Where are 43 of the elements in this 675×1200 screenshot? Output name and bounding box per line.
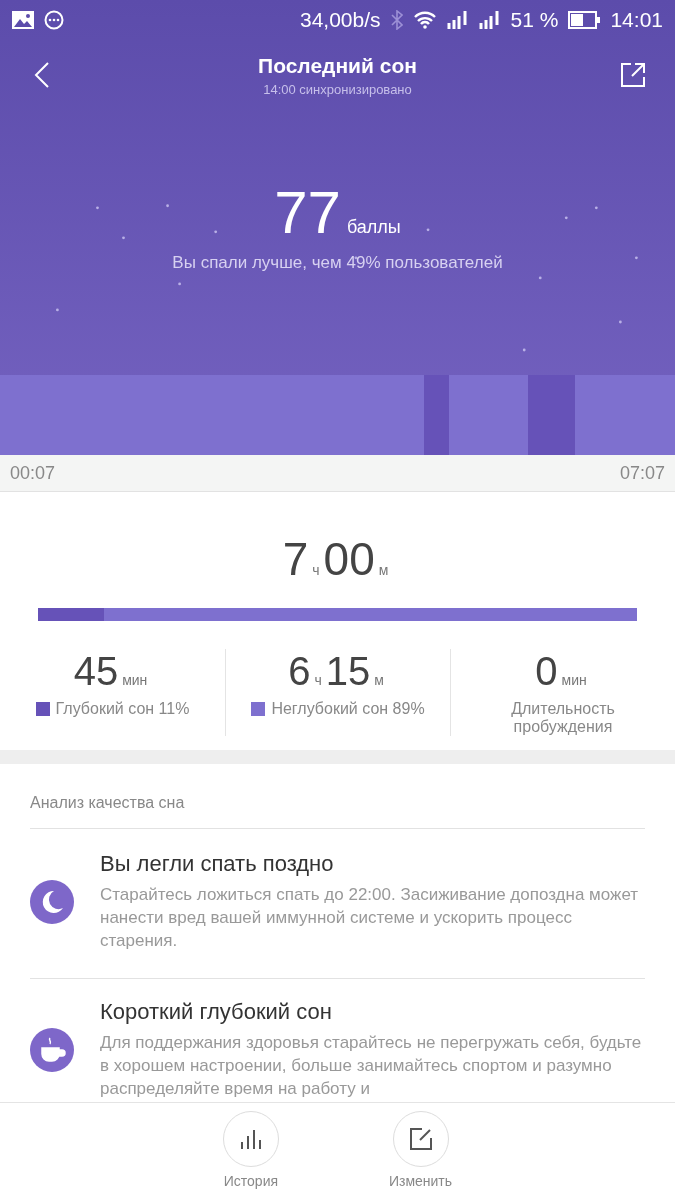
- sleep-score: 77: [274, 178, 341, 247]
- signal-icon: [478, 11, 501, 29]
- stat-label: Длительность пробуждения: [510, 700, 616, 736]
- clock: 14:01: [610, 8, 663, 32]
- start-time: 00:07: [10, 462, 56, 484]
- tip-text: Старайтесь ложиться спать до 22:00. Засиживание допоздна может нанести вред вашей иммунной системе и ускорить процесс старения.: [100, 884, 640, 952]
- score-comparison: Вы спали лучше, чем 49% пользователей: [171, 253, 504, 273]
- stat-value: 0: [535, 649, 558, 694]
- back-icon: [34, 61, 50, 89]
- stat-unit: м: [374, 672, 384, 688]
- stat-unit: ч: [314, 672, 322, 688]
- battery-icon: [568, 11, 601, 29]
- bluetooth-icon: [390, 10, 403, 30]
- wifi-icon: [412, 11, 437, 29]
- hours-unit: ч: [312, 562, 320, 578]
- sync-time: 14:00 синхронизировано: [263, 81, 412, 97]
- section-title: Анализ качества сна: [30, 764, 645, 829]
- moon-icon: [30, 879, 74, 924]
- score-unit: баллы: [346, 217, 401, 238]
- stat-unit: мин: [561, 672, 587, 688]
- share-icon: [620, 62, 646, 88]
- tip-title: Вы легли спать поздно: [100, 851, 335, 877]
- network-speed: 34,00b/s: [300, 8, 381, 32]
- stat-label: Неглубокий сон 89%: [271, 700, 425, 718]
- tip-text: Для поддержания здоровья старайтесь не перегружать себя, будьте в хорошем настроении, больше занимайтесь спортом и разумно распределяйте время на работу и: [100, 1032, 643, 1100]
- more-icon: [44, 10, 64, 30]
- stat-label: Глубокий сон 11%: [55, 700, 190, 718]
- end-time: 07:07: [619, 462, 665, 484]
- total-hours: 7: [282, 532, 309, 586]
- image-icon: [12, 11, 34, 29]
- cup-icon: [30, 1027, 74, 1072]
- total-minutes: 00: [323, 532, 375, 586]
- stat-value: 45: [73, 649, 119, 694]
- stat-value: 15: [325, 649, 371, 694]
- bar-chart-icon: [238, 1129, 263, 1149]
- tip-title: Короткий глубокий сон: [100, 999, 333, 1025]
- stat-unit: мин: [122, 672, 148, 688]
- edit-icon: [408, 1127, 433, 1151]
- stat-value: 6: [288, 649, 311, 694]
- minutes-unit: м: [378, 562, 389, 578]
- battery-percent: 51 %: [510, 8, 559, 32]
- page-title: Последний сон: [258, 53, 417, 78]
- signal-icon: [446, 11, 469, 29]
